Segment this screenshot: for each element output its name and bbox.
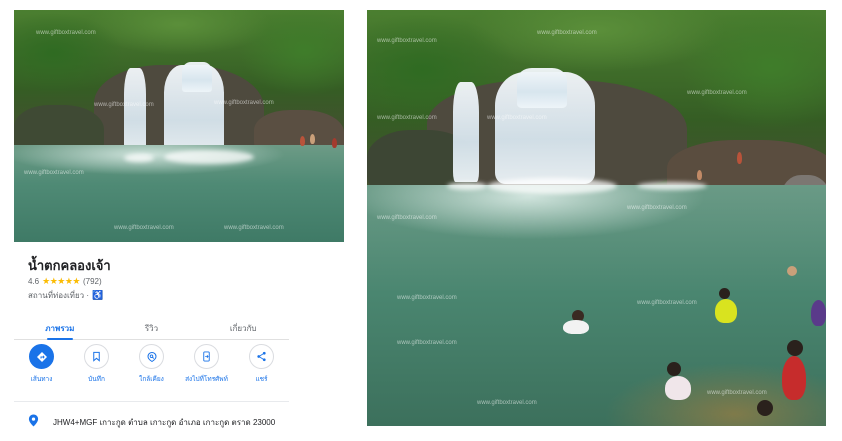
watermark-text: www.giftboxtravel.com: [477, 400, 537, 406]
rating-row[interactable]: 4.6 ★★★★★ (792): [28, 276, 102, 287]
save-button[interactable]: บันทึก: [69, 344, 124, 396]
phone-icon: [194, 344, 219, 369]
review-count[interactable]: (792): [83, 277, 102, 286]
waterfall-photo-large[interactable]: www.giftboxtravel.com www.giftboxtravel.…: [367, 10, 826, 426]
place-category: สถานที่ท่องเที่ยว ·: [28, 291, 90, 300]
watermark-text: www.giftboxtravel.com: [537, 30, 597, 36]
action-bar: เส้นทาง บันทึก ใกล้เคียง ส่งไปที่โทรศัพท…: [14, 344, 289, 396]
watermark-text: www.giftboxtravel.com: [487, 115, 547, 121]
nearby-label: ใกล้เคียง: [139, 376, 164, 383]
watermark-text: www.giftboxtravel.com: [377, 215, 437, 221]
watermark-text: www.giftboxtravel.com: [397, 295, 457, 301]
place-panel: www.giftboxtravel.com www.giftboxtravel.…: [14, 10, 344, 441]
tab-overview[interactable]: ภาพรวม: [14, 310, 106, 339]
share-icon: [249, 344, 274, 369]
tab-about[interactable]: เกี่ยวกับ: [197, 310, 289, 339]
watermark-text: www.giftboxtravel.com: [36, 30, 96, 36]
wheelchair-icon[interactable]: ♿: [92, 290, 103, 301]
share-button[interactable]: แชร์: [234, 344, 289, 396]
watermark-text: www.giftboxtravel.com: [114, 225, 174, 231]
watermark-text: www.giftboxtravel.com: [214, 100, 274, 106]
directions-icon: [29, 344, 54, 369]
rating-value: 4.6: [28, 277, 40, 286]
nearby-button[interactable]: ใกล้เคียง: [124, 344, 179, 396]
watermark-text: www.giftboxtravel.com: [687, 90, 747, 96]
directions-label: เส้นทาง: [30, 376, 53, 383]
category-row: สถานที่ท่องเที่ยว · ♿: [28, 289, 103, 302]
send-to-phone-label: ส่งไปที่โทรศัพท์: [185, 376, 228, 383]
watermark-text: www.giftboxtravel.com: [24, 170, 84, 176]
watermark-text: www.giftboxtravel.com: [94, 102, 154, 108]
waterfall-image: [14, 10, 344, 242]
place-hero-photo[interactable]: www.giftboxtravel.com www.giftboxtravel.…: [14, 10, 344, 242]
tab-reviews[interactable]: รีวิว: [106, 310, 198, 339]
place-tabs: ภาพรวม รีวิว เกี่ยวกับ: [14, 310, 289, 340]
share-label: แชร์: [255, 376, 268, 383]
watermark-text: www.giftboxtravel.com: [637, 300, 697, 306]
watermark-text: www.giftboxtravel.com: [224, 225, 284, 231]
watermark-text: www.giftboxtravel.com: [397, 340, 457, 346]
bookmark-icon: [84, 344, 109, 369]
send-to-phone-button[interactable]: ส่งไปที่โทรศัพท์: [179, 344, 234, 396]
save-label: บันทึก: [88, 376, 105, 383]
page: www.giftboxtravel.com www.giftboxtravel.…: [0, 0, 842, 441]
watermark-text: www.giftboxtravel.com: [707, 390, 767, 396]
directions-button[interactable]: เส้นทาง: [14, 344, 69, 396]
watermark-text: www.giftboxtravel.com: [377, 38, 437, 44]
nearby-icon: [139, 344, 164, 369]
place-title: น้ำตกคลองเจ้า: [28, 258, 111, 273]
divider: [14, 401, 289, 402]
watermark-text: www.giftboxtravel.com: [627, 205, 687, 211]
star-rating-icon: ★★★★★: [42, 276, 80, 286]
location-pin-icon: [28, 414, 39, 430]
watermark-text: www.giftboxtravel.com: [377, 115, 437, 121]
address-text: JHW4+MGF เกาะกูด ตำบล เกาะกูด อำเภอ เกาะ…: [53, 417, 276, 427]
address-row[interactable]: JHW4+MGF เกาะกูด ตำบล เกาะกูด อำเภอ เกาะ…: [28, 414, 275, 430]
